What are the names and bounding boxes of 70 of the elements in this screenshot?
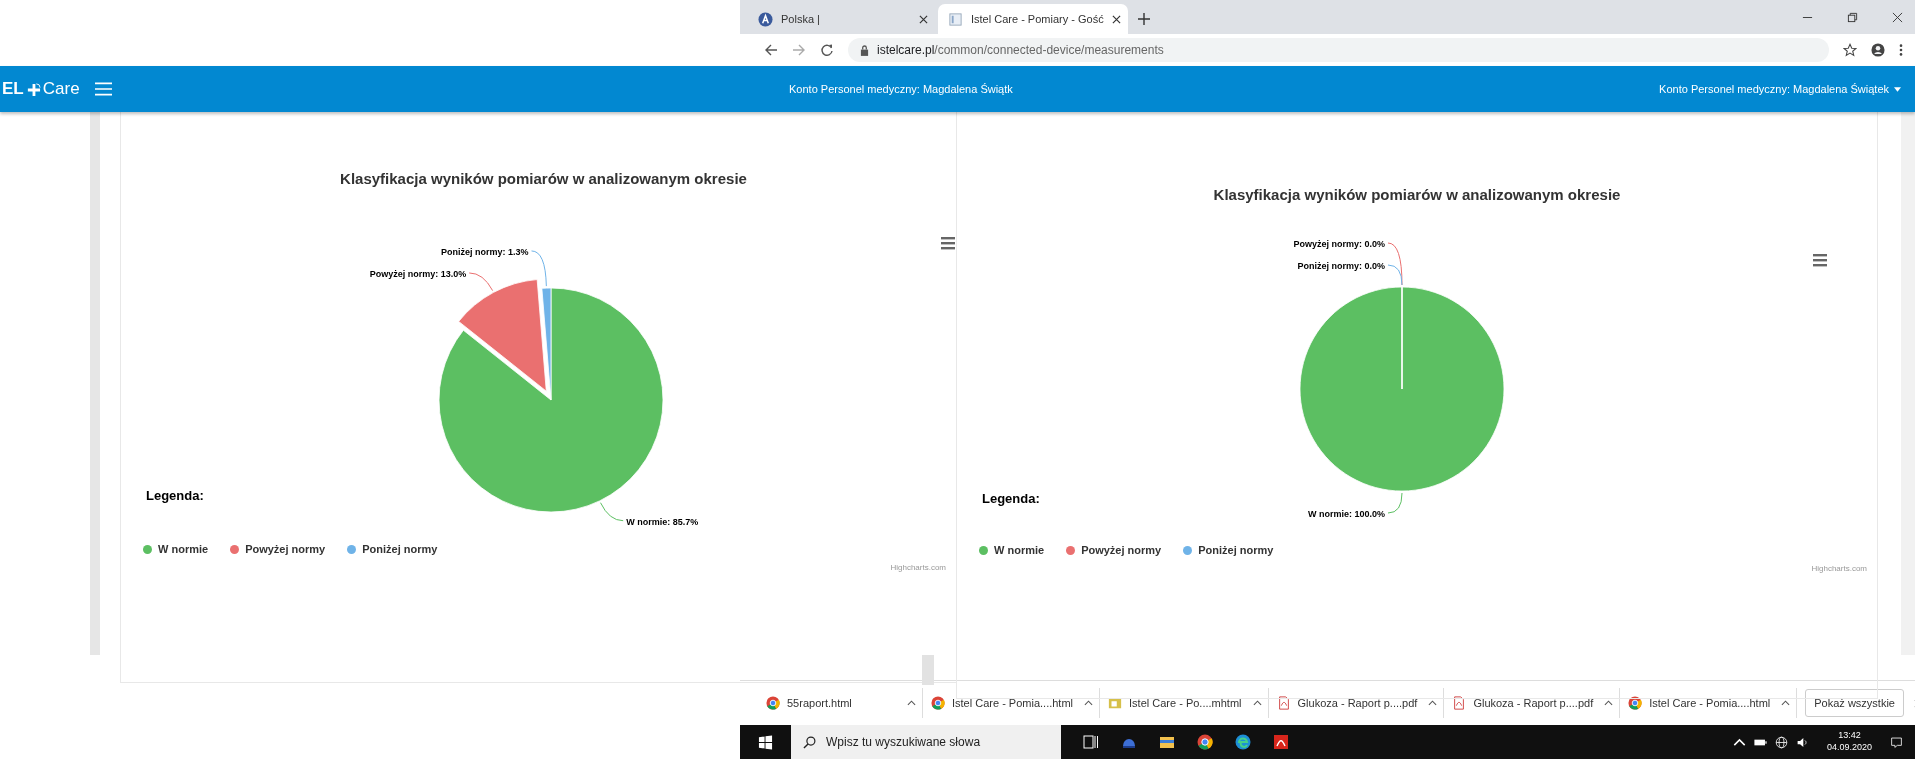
file-icon [1108,696,1123,710]
edge-icon[interactable] [1235,734,1251,750]
browser-icon [1628,696,1643,710]
data-label: Powyżej normy: 0.0% [1293,239,1385,249]
new-tab-icon[interactable] [1138,13,1150,25]
chart-title: Klasyfikacja wyników pomiarów w analizowanym okresie [339,170,748,189]
address-field[interactable]: istelcare.pl/common/connected-device/measurements [848,38,1829,62]
pdf-icon [1452,696,1467,710]
scrollbar[interactable] [1901,112,1915,655]
more-icon[interactable] [1899,43,1903,57]
star-icon[interactable] [1843,43,1857,57]
browser-icon [766,696,780,710]
legend-item[interactable]: Poniżej normy [1183,544,1274,556]
page-icon [948,11,963,27]
reload-icon[interactable] [820,43,834,57]
leader-line [600,502,624,522]
browser-tab[interactable]: Istel Care - Pomiary - Gość [938,4,1128,34]
menu-icon[interactable] [1813,254,1827,267]
windows-icon[interactable] [758,734,773,750]
data-label: Poniżej normy: 1.3% [441,246,529,257]
pdf-icon [1276,696,1291,710]
notification-icon[interactable] [1890,735,1903,749]
leader-line [1387,492,1403,514]
show-all-button[interactable]: Pokaż wszystkie [1805,689,1904,717]
close-icon[interactable] [1892,11,1903,23]
legend-item[interactable]: Powyżej normy [1066,544,1162,556]
download-item[interactable]: 55raport.html [766,688,923,718]
legend-item[interactable]: W normie [979,544,1045,556]
data-label: W normie: 85.7% [626,516,699,527]
data-label: Poniżej normy: 0.0% [1297,261,1385,271]
favicon-icon [758,11,773,27]
menu-icon[interactable] [95,82,112,96]
leader-line [468,272,494,292]
logo-text: Care [42,79,80,99]
logo-icon [25,81,41,97]
profile-icon[interactable] [1871,43,1885,57]
folder-icon[interactable] [1159,734,1175,750]
logo-text: EL [2,79,24,99]
globe-icon[interactable] [1774,735,1788,749]
account-text: Konto Personel medyczny: Magdalena Świątk [789,83,1013,95]
download-item[interactable]: Glukoza - Raport p....pdf [1452,688,1621,718]
search-icon [803,735,816,749]
legend-title: Legenda: [982,491,1040,506]
legend-title: Legenda: [146,488,204,503]
search-field[interactable]: Wpisz tu wyszukiwane słowa [791,725,1061,759]
scrollbar[interactable] [922,655,934,685]
data-label: Powyżej normy: 13.0% [369,268,467,279]
browser-icon [931,696,945,710]
restore-icon[interactable] [1847,11,1858,23]
legend-item[interactable]: Powyżej normy [230,543,326,555]
leader-line [531,250,547,287]
data-label: W normie: 100.0% [1307,509,1385,519]
close-icon[interactable] [1111,14,1121,24]
menu-icon[interactable] [941,237,955,250]
legend-item[interactable]: W normie [143,543,209,555]
account-menu[interactable]: Konto Personel medyczny: Magdalena Świątek [1659,83,1901,95]
download-item[interactable]: Istel Care - Po....mhtml [1108,688,1269,718]
download-item[interactable]: Glukoza - Raport p....pdf [1276,688,1445,718]
back-icon[interactable] [764,43,778,57]
clock[interactable]: 13:42 04.09.2020 [1826,730,1872,754]
chart-title: Klasyfikacja wyników pomiarów w analizowanym okresie [1212,186,1622,205]
legend-item[interactable]: Poniżej normy [347,543,438,555]
close-icon[interactable] [919,14,928,24]
download-item[interactable]: Istel Care - Pomia....html [1628,688,1798,718]
pdf-icon[interactable] [1273,734,1289,750]
task-view-icon[interactable] [1083,734,1099,750]
browser-tab[interactable]: Polska | [748,4,938,34]
browser-icon[interactable] [1197,734,1213,750]
lock-icon [860,44,869,56]
download-item[interactable]: Istel Care - Pomia....html [931,688,1101,718]
